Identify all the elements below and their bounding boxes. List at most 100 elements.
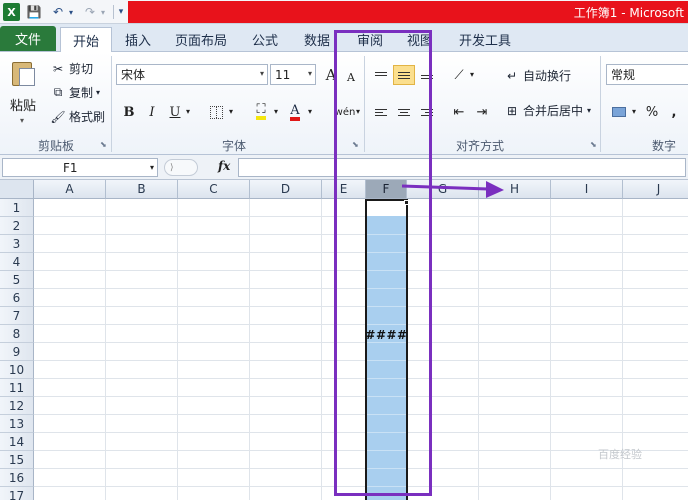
column-header[interactable]: C xyxy=(178,180,250,199)
tab-home[interactable]: 开始 xyxy=(60,27,112,53)
name-box-value: F1 xyxy=(63,160,78,175)
wrap-text-icon: ↵ xyxy=(506,68,518,83)
row-header[interactable]: 3 xyxy=(0,235,34,253)
row-header[interactable]: 4 xyxy=(0,253,34,271)
underline-dropdown-icon[interactable]: ▾ xyxy=(186,107,190,116)
row-header[interactable]: 15 xyxy=(0,451,34,469)
format-painter-label: 格式刷 xyxy=(69,110,106,124)
tab-data[interactable]: 数据 xyxy=(296,27,338,52)
accounting-format-button[interactable] xyxy=(608,102,630,122)
row-header[interactable]: 8 xyxy=(0,325,34,343)
name-box[interactable]: F1 ▾ xyxy=(2,158,158,177)
font-group-label: 字体 xyxy=(221,139,246,153)
font-color-button[interactable]: A xyxy=(284,102,306,122)
column-header[interactable]: B xyxy=(106,180,178,199)
annotation-highlight-box xyxy=(334,30,432,496)
group-separator xyxy=(111,56,112,152)
accounting-dropdown-icon[interactable]: ▾ xyxy=(632,107,636,116)
row-header[interactable]: 2 xyxy=(0,217,34,235)
merge-center-button[interactable]: ⊞ 合并后居中 ▾ xyxy=(504,102,591,119)
row-header[interactable]: 7 xyxy=(0,307,34,325)
wrap-text-label: 自动换行 xyxy=(523,69,572,83)
wrap-text-button[interactable]: ↵ 自动换行 xyxy=(504,67,571,84)
clipboard-launcher-icon[interactable]: ⬊ xyxy=(100,140,107,149)
bold-button[interactable]: B xyxy=(118,102,140,122)
number-format-combo[interactable]: 常规 xyxy=(606,64,688,85)
undo-icon[interactable]: ↶ xyxy=(50,3,66,21)
decrease-indent-button[interactable]: ⇤ xyxy=(448,102,470,122)
title-bar: 工作簿1 - Microsoft X 💾 ↶ ▾ ↷ ▾ ▾ xyxy=(0,0,688,24)
copy-button[interactable]: ⧉ 复制 ▾ xyxy=(50,84,100,101)
window-title: 工作簿1 - Microsoft xyxy=(573,6,684,20)
formula-input[interactable] xyxy=(238,158,686,177)
borders-button[interactable] xyxy=(205,102,227,122)
undo-dropdown-icon[interactable]: ▾ xyxy=(66,3,76,21)
row-header[interactable]: 10 xyxy=(0,361,34,379)
chevron-down-icon[interactable]: ▾ xyxy=(260,69,264,78)
row-header[interactable]: 5 xyxy=(0,271,34,289)
underline-button[interactable]: U xyxy=(164,102,186,122)
font-size-value: 11 xyxy=(275,67,291,82)
fill-color-dropdown-icon[interactable]: ▾ xyxy=(274,107,278,116)
font-name-value: 宋体 xyxy=(121,68,146,82)
gridline xyxy=(177,199,178,500)
borders-dropdown-icon[interactable]: ▾ xyxy=(229,107,233,116)
alignment-launcher-icon[interactable]: ⬊ xyxy=(590,140,597,149)
row-header[interactable]: 6 xyxy=(0,289,34,307)
merge-cells-icon: ⊞ xyxy=(506,103,518,118)
cut-label: 剪切 xyxy=(69,62,94,76)
comma-button[interactable]: , xyxy=(663,102,685,122)
paint-bucket-icon: ⛶ xyxy=(256,103,266,120)
excel-logo-icon[interactable]: X xyxy=(3,3,20,21)
copy-dropdown-icon[interactable]: ▾ xyxy=(96,88,100,97)
row-header[interactable]: 1 xyxy=(0,199,34,217)
row-header[interactable]: 11 xyxy=(0,379,34,397)
column-header[interactable]: D xyxy=(250,180,322,199)
increase-indent-button[interactable]: ⇥ xyxy=(471,102,493,122)
paste-dropdown-icon[interactable]: ▾ xyxy=(20,116,24,125)
fill-color-button[interactable]: ⛶ xyxy=(250,102,272,122)
redo-icon[interactable]: ↷ xyxy=(82,3,98,21)
tab-developer[interactable]: 开发工具 xyxy=(452,27,518,52)
format-painter-button[interactable]: 🖌 格式刷 xyxy=(50,108,105,125)
merge-center-label: 合并后居中 xyxy=(523,104,584,118)
column-header[interactable]: I xyxy=(551,180,623,199)
formula-bar-resize-handle[interactable]: ⟩ xyxy=(164,159,198,176)
orientation-button[interactable]: ⟋ xyxy=(448,65,470,85)
column-header[interactable]: A xyxy=(34,180,106,199)
tab-page-layout[interactable]: 页面布局 xyxy=(168,27,234,52)
tab-formulas[interactable]: 公式 xyxy=(244,27,286,52)
gridline xyxy=(249,199,250,500)
redo-dropdown-icon[interactable]: ▾ xyxy=(98,3,108,21)
customize-qat-icon[interactable]: ▾ xyxy=(116,3,126,21)
cut-button[interactable]: ✂ 剪切 xyxy=(50,60,93,77)
chevron-down-icon[interactable]: ▾ xyxy=(308,69,312,78)
chevron-down-icon[interactable]: ▾ xyxy=(150,163,154,172)
font-color-dropdown-icon[interactable]: ▾ xyxy=(308,107,312,116)
row-header[interactable]: 16 xyxy=(0,469,34,487)
orientation-dropdown-icon[interactable]: ▾ xyxy=(470,70,474,79)
row-header[interactable]: 17 xyxy=(0,487,34,500)
merge-dropdown-icon[interactable]: ▾ xyxy=(587,106,591,115)
font-name-combo[interactable]: 宋体 ▾ xyxy=(116,64,268,85)
save-icon[interactable]: 💾 xyxy=(26,3,42,21)
copy-icon: ⧉ xyxy=(53,85,63,99)
watermark: 百度经验 xyxy=(598,448,642,461)
row-header[interactable]: 14 xyxy=(0,433,34,451)
font-size-combo[interactable]: 11 ▾ xyxy=(270,64,316,85)
italic-button[interactable]: I xyxy=(141,102,163,122)
paste-button[interactable]: 粘贴 xyxy=(10,95,36,114)
gridline xyxy=(550,199,551,500)
scissors-icon: ✂ xyxy=(52,61,64,76)
paste-icon[interactable] xyxy=(10,58,38,88)
column-header[interactable]: J xyxy=(623,180,688,199)
row-header[interactable]: 9 xyxy=(0,343,34,361)
decrease-indent-icon: ⇤ xyxy=(453,104,465,120)
percent-button[interactable]: % xyxy=(641,102,663,122)
select-all-corner[interactable] xyxy=(0,180,34,199)
tab-file[interactable]: 文件 xyxy=(0,26,56,51)
insert-function-icon[interactable]: fx xyxy=(218,159,230,173)
row-header[interactable]: 13 xyxy=(0,415,34,433)
row-header[interactable]: 12 xyxy=(0,397,34,415)
tab-insert[interactable]: 插入 xyxy=(116,27,160,52)
